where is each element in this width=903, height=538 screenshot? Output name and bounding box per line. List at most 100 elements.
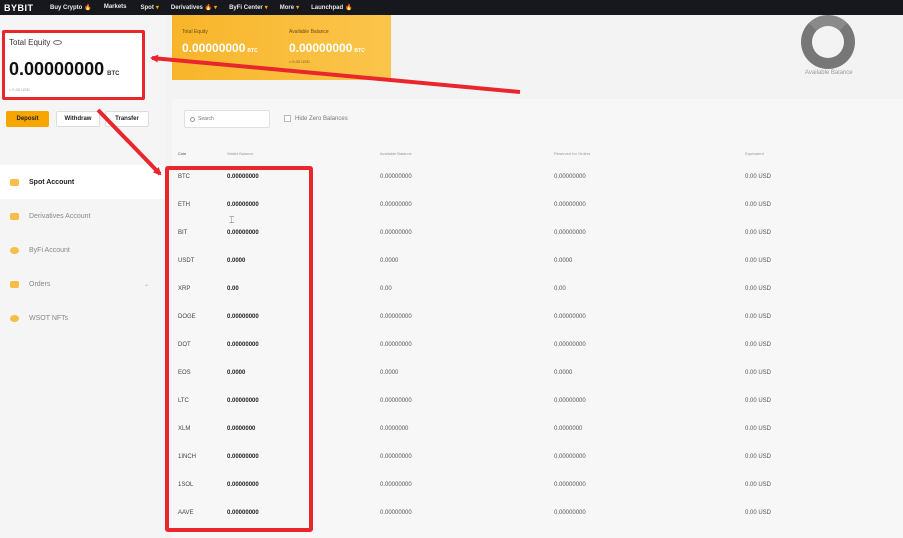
nav-item-marker-icon: ▾ bbox=[264, 5, 268, 11]
balance-donut-chart bbox=[801, 15, 855, 69]
wallet-balance-highlight bbox=[165, 166, 313, 532]
nft-icon bbox=[10, 314, 19, 322]
cell-reserved: 0.00000000 bbox=[554, 314, 586, 320]
byfi-icon bbox=[10, 246, 19, 254]
cell-equivalent: 0.00 USD bbox=[745, 370, 772, 376]
search-icon bbox=[190, 116, 195, 122]
nav-item-derivatives[interactable]: Derivatives 🔥 ▾ bbox=[171, 4, 217, 11]
cell-reserved: 0.00000000 bbox=[554, 510, 586, 516]
summary-available-sub: ≈ 0.00 USD bbox=[289, 59, 310, 64]
nav-item-spot[interactable]: Spot ▾ bbox=[141, 4, 159, 11]
nav-item-byfi-center[interactable]: ByFi Center ▾ bbox=[229, 4, 268, 11]
summary-equity-sub: ≈ 0.00 USD bbox=[182, 59, 203, 64]
mouse-cursor-icon: ⌶ bbox=[229, 215, 235, 225]
hide-zero-label: Hide Zero Balances bbox=[295, 115, 348, 122]
hide-zero-toggle[interactable]: Hide Zero Balances bbox=[284, 115, 348, 122]
sidebar-item-spot-account[interactable]: Spot Account bbox=[0, 165, 165, 199]
cell-equivalent: 0.00 USD bbox=[745, 482, 772, 488]
cell-equivalent: 0.00 USD bbox=[745, 454, 772, 460]
bybit-logo[interactable]: BYBIT bbox=[4, 3, 50, 13]
summary-equity-label: Total Equity bbox=[182, 29, 208, 35]
header-wallet-balance[interactable]: Wallet Balance bbox=[227, 151, 254, 156]
cell-equivalent: 0.00 USD bbox=[745, 258, 772, 264]
cell-reserved: 0.00000000 bbox=[554, 174, 586, 180]
cell-reserved: 0.00000000 bbox=[554, 454, 586, 460]
donut-label: Available Balance bbox=[805, 70, 853, 76]
nav-item-label: More bbox=[279, 5, 295, 11]
transfer-button[interactable]: Transfer bbox=[105, 111, 149, 127]
cell-equivalent: 0.00 USD bbox=[745, 286, 772, 292]
nav-item-marker-icon: 🔥 ▾ bbox=[204, 5, 218, 11]
sidebar-item-derivatives-account[interactable]: Derivatives Account bbox=[0, 199, 165, 233]
cell-equivalent: 0.00 USD bbox=[745, 174, 772, 180]
total-equity-panel: Total Equity 0.00000000 BTC ≈ 0.00 USD bbox=[2, 30, 145, 100]
cell-available-balance: 0.0000 bbox=[380, 370, 399, 376]
cell-reserved: 0.0000000 bbox=[554, 426, 583, 432]
header-coin[interactable]: Coin bbox=[178, 151, 186, 156]
nav-menu: Buy Crypto 🔥 Markets Spot ▾ Derivatives 🔥 ▾ ByF… bbox=[50, 4, 365, 11]
nav-item-marker-icon: 🔥 bbox=[345, 5, 353, 11]
sidebar-item-label: ByFi Account bbox=[29, 246, 70, 254]
cell-reserved: 0.00000000 bbox=[554, 202, 586, 208]
search-field[interactable] bbox=[184, 110, 270, 128]
cell-equivalent: 0.00 USD bbox=[745, 230, 772, 236]
cell-reserved: 0.00000000 bbox=[554, 398, 586, 404]
nav-item-more[interactable]: More ▾ bbox=[280, 4, 299, 11]
header-reserved[interactable]: Reserved for Orders bbox=[554, 151, 590, 156]
cell-available-balance: 0.00000000 bbox=[380, 230, 412, 236]
hide-zero-checkbox[interactable] bbox=[284, 115, 291, 122]
eye-icon[interactable] bbox=[53, 40, 63, 46]
cell-equivalent: 0.00 USD bbox=[745, 510, 772, 516]
nav-item-label: ByFi Center bbox=[229, 5, 263, 11]
cell-reserved: 0.00000000 bbox=[554, 230, 586, 236]
summary-available-unit: BTC bbox=[354, 48, 365, 54]
nav-item-label: Buy Crypto bbox=[50, 5, 83, 11]
nav-item-label: Launchpad bbox=[311, 5, 344, 11]
cell-available-balance: 0.00000000 bbox=[380, 202, 412, 208]
cell-reserved: 0.00000000 bbox=[554, 342, 586, 348]
sidebar-item-byfi-account[interactable]: ByFi Account bbox=[0, 233, 165, 267]
total-equity-label: Total Equity bbox=[9, 38, 51, 47]
cell-equivalent: 0.00 USD bbox=[745, 342, 772, 348]
table-header: Coin Wallet Balance Available Balance Re… bbox=[172, 148, 903, 160]
orders-icon bbox=[10, 280, 19, 288]
withdraw-button[interactable]: Withdraw bbox=[56, 111, 100, 127]
sidebar-item-wsot-nfts[interactable]: WSOT NFTs bbox=[0, 301, 165, 335]
cell-equivalent: 0.00 USD bbox=[745, 202, 772, 208]
derivatives-icon bbox=[10, 212, 19, 220]
sidebar-item-orders[interactable]: Orders ⌄ bbox=[0, 267, 165, 301]
sidebar-item-label: Derivatives Account bbox=[29, 212, 91, 220]
chevron-down-icon[interactable]: ⌄ bbox=[144, 281, 149, 288]
cell-reserved: 0.00 bbox=[554, 286, 566, 292]
cell-available-balance: 0.00000000 bbox=[380, 342, 412, 348]
cell-reserved: 0.00000000 bbox=[554, 482, 586, 488]
cell-available-balance: 0.0000000 bbox=[380, 426, 409, 432]
cell-available-balance: 0.00000000 bbox=[380, 454, 412, 460]
cell-reserved: 0.0000 bbox=[554, 370, 573, 376]
nav-item-label: Spot bbox=[140, 5, 154, 11]
sidebar-item-label: Orders bbox=[29, 280, 51, 288]
nav-item-markets[interactable]: Markets bbox=[104, 4, 129, 11]
cell-equivalent: 0.00 USD bbox=[745, 398, 772, 404]
wallet-icon bbox=[10, 178, 19, 186]
header-available-balance[interactable]: Available Balance bbox=[380, 151, 412, 156]
summary-equity-value: 0.00000000 bbox=[182, 41, 246, 55]
sidebar-item-label: WSOT NFTs bbox=[29, 314, 69, 322]
cell-available-balance: 0.00000000 bbox=[380, 482, 412, 488]
cell-available-balance: 0.00000000 bbox=[380, 314, 412, 320]
nav-item-buy-crypto[interactable]: Buy Crypto 🔥 bbox=[50, 4, 92, 11]
header-equivalent[interactable]: Equivalent bbox=[745, 151, 764, 156]
cell-available-balance: 0.00000000 bbox=[380, 510, 412, 516]
nav-item-label: Derivatives bbox=[170, 5, 203, 11]
total-equity-value: 0.00000000 bbox=[9, 59, 105, 79]
search-input[interactable] bbox=[198, 116, 268, 122]
nav-item-launchpad[interactable]: Launchpad 🔥 bbox=[311, 4, 353, 11]
nav-item-marker-icon: ▾ bbox=[296, 5, 300, 11]
total-equity-usd: ≈ 0.00 USD bbox=[9, 87, 30, 92]
summary-available-label: Available Balance bbox=[289, 29, 329, 35]
account-menu: Spot Account Derivatives Account ByFi Acco… bbox=[0, 165, 165, 335]
balance-summary-card: Total Equity 0.00000000 BTC ≈ 0.00 USD Av… bbox=[172, 15, 391, 80]
total-equity-unit: BTC bbox=[107, 71, 120, 77]
deposit-button[interactable]: Deposit bbox=[6, 111, 49, 127]
cell-equivalent: 0.00 USD bbox=[745, 314, 772, 320]
